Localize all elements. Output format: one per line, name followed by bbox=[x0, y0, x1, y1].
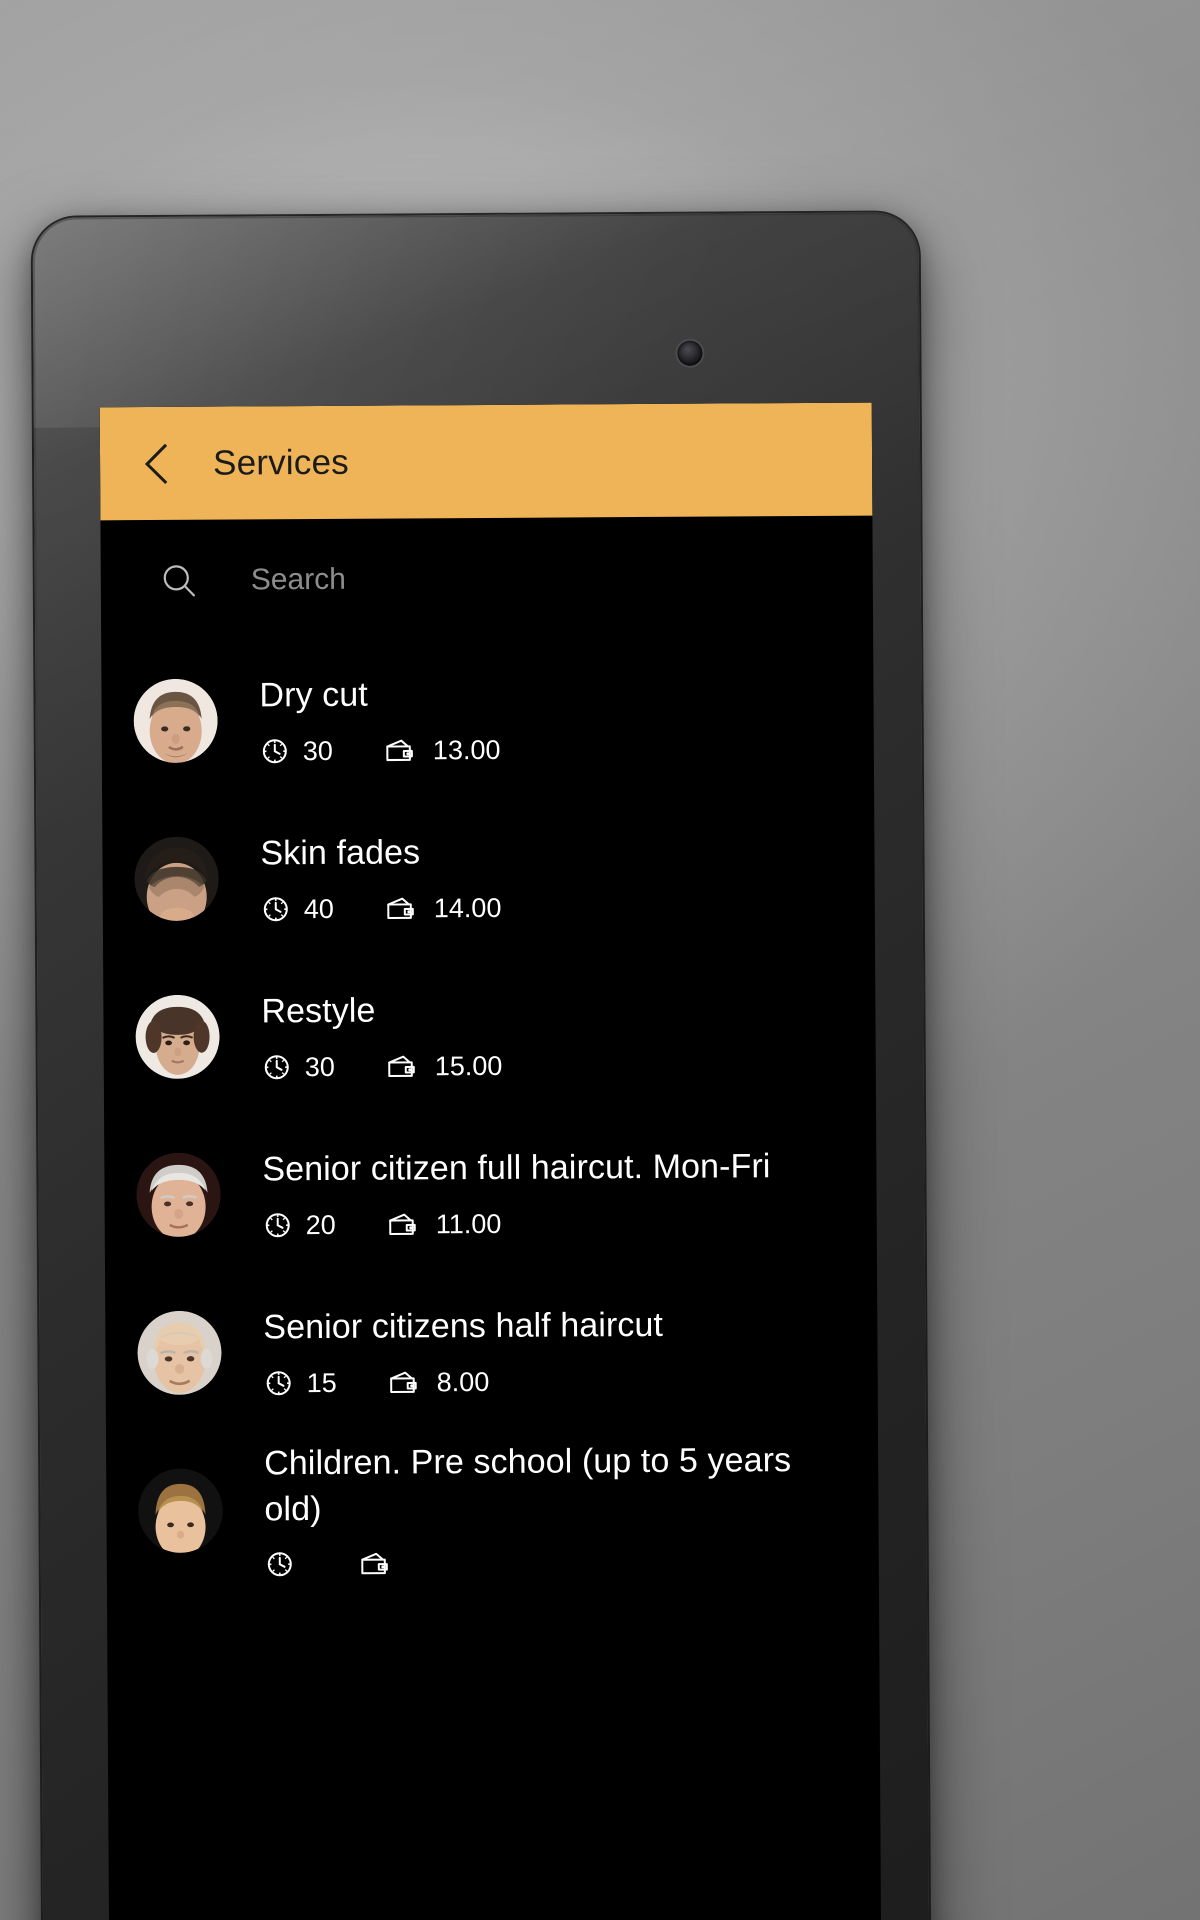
back-button[interactable] bbox=[130, 436, 184, 490]
service-name: Children. Pre school (up to 5 years old) bbox=[264, 1441, 792, 1528]
service-meta: 20 11.00 bbox=[263, 1206, 843, 1241]
service-meta bbox=[265, 1546, 845, 1580]
clock-icon bbox=[261, 894, 291, 924]
service-name: Senior citizen full haircut. Mon-Fri bbox=[262, 1147, 771, 1189]
price-value: 11.00 bbox=[435, 1208, 502, 1239]
price-value: 8.00 bbox=[436, 1366, 490, 1397]
service-name: Senior citizens half haircut bbox=[263, 1306, 664, 1347]
clock-icon bbox=[260, 736, 290, 766]
avatar bbox=[134, 836, 219, 922]
service-info: Senior citizens half haircut 15 8.00 bbox=[263, 1302, 854, 1399]
wallet-icon bbox=[386, 894, 416, 924]
service-row-senior-citizens-half-haircut[interactable]: Senior citizens half haircut 15 8.00 bbox=[105, 1270, 878, 1433]
avatar bbox=[136, 1152, 221, 1238]
duration-group: 30 bbox=[260, 736, 333, 767]
service-meta: 15 8.00 bbox=[264, 1364, 844, 1399]
service-info: Children. Pre school (up to 5 years old) bbox=[264, 1438, 855, 1579]
service-name: Restyle bbox=[261, 992, 376, 1031]
price-group: 14.00 bbox=[386, 892, 502, 924]
tablet-device-frame: Services Search Dry cut 30 13.00 Skin fa… bbox=[32, 212, 930, 1920]
wallet-icon bbox=[389, 1367, 419, 1397]
service-name: Skin fades bbox=[260, 833, 421, 873]
duration-value: 15 bbox=[306, 1367, 337, 1398]
clock-icon bbox=[263, 1210, 293, 1240]
wallet-icon bbox=[388, 1209, 418, 1239]
price-group bbox=[360, 1548, 408, 1578]
duration-value: 30 bbox=[302, 735, 333, 766]
app-screen: Services Search Dry cut 30 13.00 Skin fa… bbox=[99, 402, 882, 1920]
duration-value: 30 bbox=[304, 1051, 335, 1082]
price-value: 13.00 bbox=[432, 734, 501, 765]
search-icon bbox=[157, 559, 201, 603]
duration-group: 20 bbox=[263, 1209, 336, 1240]
price-group: 15.00 bbox=[387, 1050, 503, 1082]
price-group: 11.00 bbox=[388, 1208, 502, 1240]
clock-icon bbox=[262, 1052, 292, 1082]
duration-group: 15 bbox=[264, 1367, 337, 1398]
wallet-icon bbox=[387, 1052, 417, 1082]
services-list[interactable]: Dry cut 30 13.00 Skin fades 40 14.00 Res… bbox=[101, 638, 879, 1591]
app-bar: Services bbox=[99, 402, 873, 521]
duration-group: 30 bbox=[262, 1052, 335, 1083]
front-camera-icon bbox=[677, 340, 703, 366]
avatar bbox=[133, 678, 218, 764]
search-input[interactable] bbox=[250, 554, 873, 603]
wallet-icon bbox=[360, 1548, 390, 1578]
service-row-restyle[interactable]: Restyle 30 15.00 bbox=[103, 954, 876, 1117]
price-value: 15.00 bbox=[434, 1050, 503, 1081]
duration-group bbox=[265, 1549, 308, 1579]
duration-group: 40 bbox=[261, 894, 334, 925]
chevron-left-icon bbox=[140, 441, 174, 485]
service-info: Senior citizen full haircut. Mon-Fri 20 … bbox=[262, 1144, 853, 1241]
price-group: 8.00 bbox=[389, 1367, 490, 1399]
service-row-skin-fades[interactable]: Skin fades 40 14.00 bbox=[102, 796, 875, 959]
service-info: Dry cut 30 13.00 bbox=[259, 670, 850, 767]
clock-icon bbox=[264, 1368, 294, 1398]
page-title: Services bbox=[212, 442, 350, 483]
avatar bbox=[138, 1468, 223, 1554]
duration-value: 40 bbox=[303, 893, 334, 924]
duration-value: 20 bbox=[305, 1209, 336, 1240]
service-row-dry-cut[interactable]: Dry cut 30 13.00 bbox=[101, 638, 874, 801]
avatar bbox=[137, 1310, 222, 1396]
price-group: 13.00 bbox=[385, 734, 501, 766]
service-name: Dry cut bbox=[259, 676, 369, 715]
clock-icon bbox=[265, 1549, 295, 1579]
price-value: 14.00 bbox=[433, 892, 502, 923]
service-meta: 30 15.00 bbox=[262, 1048, 842, 1083]
avatar bbox=[135, 994, 220, 1080]
wallet-icon bbox=[385, 736, 415, 766]
service-meta: 30 13.00 bbox=[260, 732, 840, 767]
service-info: Skin fades 40 14.00 bbox=[260, 828, 851, 925]
search-bar[interactable] bbox=[100, 516, 873, 643]
service-info: Restyle 30 15.00 bbox=[261, 986, 852, 1083]
service-meta: 40 14.00 bbox=[261, 890, 841, 925]
service-row-senior-citizen-full-haircut[interactable]: Senior citizen full haircut. Mon-Fri 20 … bbox=[104, 1112, 877, 1275]
service-row-children-pre-school[interactable]: Children. Pre school (up to 5 years old) bbox=[106, 1428, 879, 1591]
